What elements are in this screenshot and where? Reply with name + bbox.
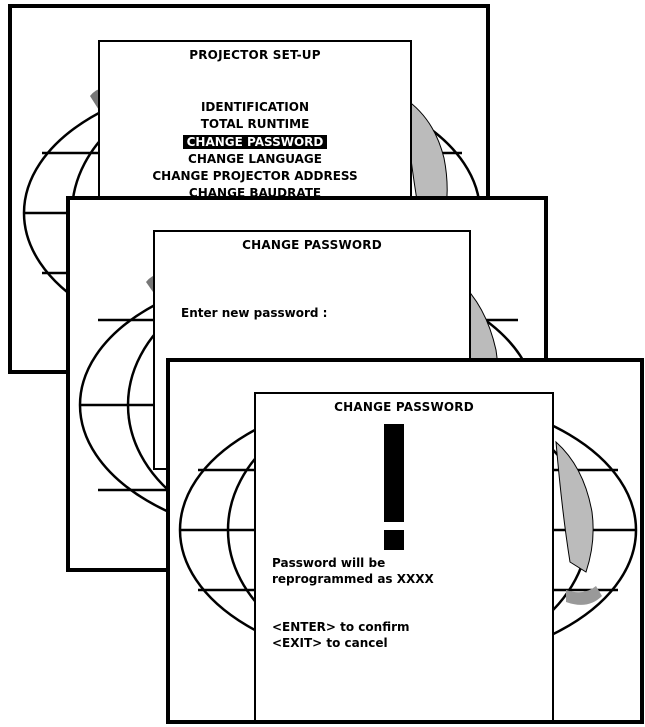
reprogram-message-line2: reprogrammed as XXXX — [272, 572, 434, 586]
menu-item-identification[interactable]: IDENTIFICATION — [100, 100, 410, 115]
exit-cancel-hint: <EXIT> to cancel — [272, 636, 388, 650]
enter-confirm-hint: <ENTER> to confirm — [272, 620, 410, 634]
menu-item-total-runtime[interactable]: TOTAL RUNTIME — [100, 117, 410, 132]
menu-item-change-projector-address[interactable]: CHANGE PROJECTOR ADDRESS — [100, 169, 410, 184]
menu-item-change-password[interactable]: CHANGE PASSWORD — [100, 135, 410, 150]
dialog-title: CHANGE PASSWORD — [242, 238, 382, 252]
new-password-prompt: Enter new password : — [181, 306, 328, 320]
dialog-title: CHANGE PASSWORD — [334, 400, 474, 414]
menu-title: PROJECTOR SET-UP — [189, 48, 321, 62]
menu-item-change-language[interactable]: CHANGE LANGUAGE — [100, 152, 410, 167]
password-confirm-screen: CHANGE PASSWORD Password will be reprogr… — [166, 358, 644, 724]
exclamation-dot — [384, 530, 404, 550]
menu-item-label: CHANGE PASSWORD — [182, 135, 328, 149]
password-confirm-dialog: CHANGE PASSWORD Password will be reprogr… — [254, 392, 554, 720]
projector-setup-menu: PROJECTOR SET-UP IDENTIFICATION TOTAL RU… — [98, 40, 412, 220]
exclamation-bar — [384, 424, 404, 522]
reprogram-message-line1: Password will be — [272, 556, 386, 570]
